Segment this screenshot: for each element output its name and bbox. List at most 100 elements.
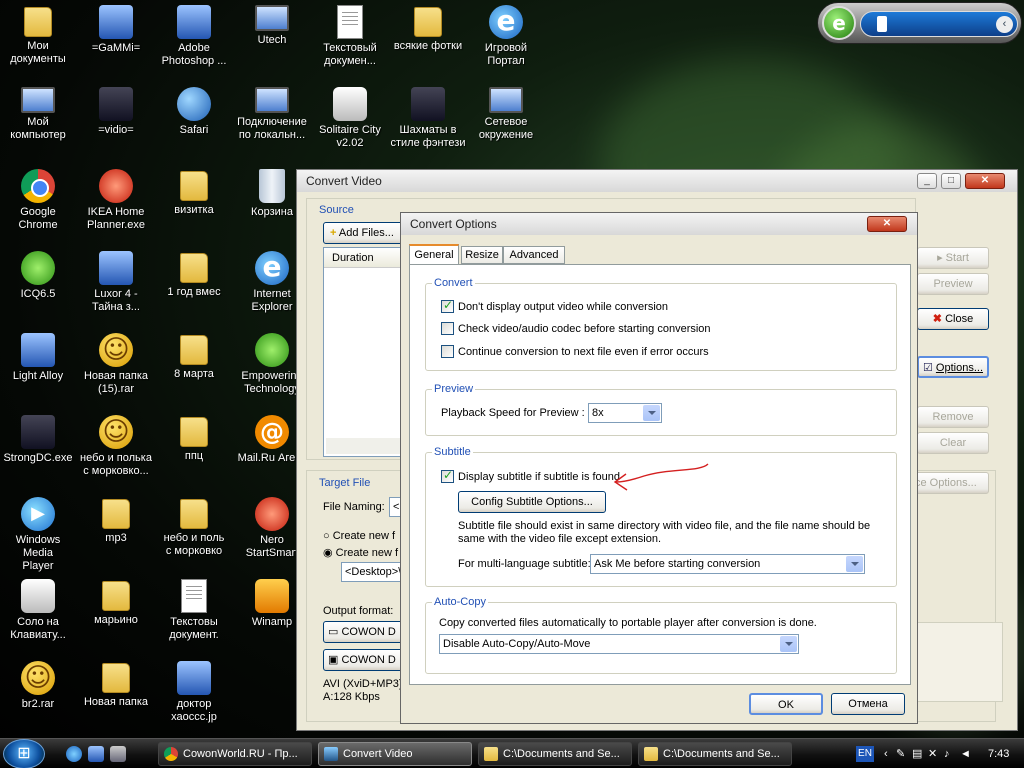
opt1-label: Don't display output video while convers… bbox=[458, 301, 668, 313]
multilang-select[interactable]: Ask Me before starting conversion bbox=[590, 554, 865, 574]
desktop-icon-label: Light Alloy bbox=[12, 370, 64, 382]
language-indicator[interactable]: EN bbox=[856, 746, 874, 762]
back-arrow-icon[interactable]: ‹ bbox=[996, 16, 1013, 33]
folder-input[interactable]: <Desktop>\ bbox=[341, 562, 401, 582]
battery-icon bbox=[877, 16, 887, 32]
output-format-2[interactable]: ▣ COWON D bbox=[323, 649, 403, 671]
taskbar-button-label: Convert Video bbox=[343, 748, 413, 760]
duration-header[interactable]: Duration bbox=[324, 248, 412, 268]
create-new-option-1[interactable]: ○ Create new f bbox=[323, 530, 395, 542]
desktop-icon[interactable]: Новая папка bbox=[78, 659, 154, 739]
convert-video-titlebar[interactable]: Convert Video bbox=[297, 170, 1017, 192]
desktop-icon[interactable]: визитка bbox=[156, 167, 232, 247]
multilang-value: Ask Me before starting conversion bbox=[594, 558, 761, 570]
volume-icon[interactable]: ♪ bbox=[944, 739, 950, 768]
desktop-icon[interactable]: Luxor 4 - Тайна з... bbox=[78, 249, 154, 329]
dialog-close-button[interactable]: ✕ bbox=[867, 216, 907, 232]
desktop-icon[interactable]: доктор хаоссс.jp bbox=[156, 659, 232, 739]
desktop-icon[interactable]: 1 год вмес bbox=[156, 249, 232, 329]
desktop-icon[interactable]: =vidio= bbox=[78, 85, 154, 165]
tab-general[interactable]: General bbox=[409, 244, 459, 265]
desktop-icon[interactable]: IKEA Home Planner.exe bbox=[78, 167, 154, 247]
playback-speed-select[interactable]: 8x bbox=[588, 403, 662, 423]
create-new-option-2[interactable]: ◉ Create new f bbox=[323, 546, 398, 559]
cancel-button[interactable]: Отмена bbox=[831, 693, 905, 715]
continue-on-error-checkbox[interactable]: Continue conversion to next file even if… bbox=[441, 345, 709, 359]
desktop-icon-label: Solitaire City v2.02 bbox=[319, 124, 381, 149]
tray-tool-icon[interactable]: ✎ bbox=[896, 739, 905, 768]
desktop-icon[interactable]: Текстовы документ. bbox=[156, 577, 232, 657]
desktop-icon-label: Luxor 4 - Тайна з... bbox=[92, 288, 140, 313]
desktop-icon[interactable]: ICQ6.5 bbox=[0, 249, 76, 329]
maximize-button[interactable]: □ bbox=[941, 173, 961, 189]
sound-icon[interactable]: ◄ bbox=[960, 739, 971, 768]
check-codec-checkbox[interactable]: Check video/audio codec before starting … bbox=[441, 322, 711, 336]
desktop-icon[interactable]: Мой компьютер bbox=[0, 85, 76, 165]
desktop-icon[interactable]: Safari bbox=[156, 85, 232, 165]
desktop-icon[interactable]: Light Alloy bbox=[0, 331, 76, 411]
desktop-icon[interactable]: Мои документы bbox=[0, 3, 76, 83]
network-icon[interactable]: ▤ bbox=[912, 739, 922, 768]
sidebar-gadget[interactable]: e ‹ bbox=[817, 2, 1022, 44]
desktop-icon[interactable]: Google Chrome bbox=[0, 167, 76, 247]
switch-windows-icon[interactable] bbox=[110, 746, 126, 762]
desktop-icon[interactable]: br2.rar bbox=[0, 659, 76, 739]
tab-resize[interactable]: Resize bbox=[461, 246, 503, 264]
desktop-icon[interactable]: mp3 bbox=[78, 495, 154, 575]
ie-quicklaunch-icon[interactable] bbox=[66, 746, 82, 762]
options-button[interactable]: ☑ Options... bbox=[917, 356, 989, 378]
close-button[interactable]: ✖ Close bbox=[917, 308, 989, 330]
ok-button[interactable]: OK bbox=[749, 693, 823, 715]
desktop-icon[interactable]: =GaMMi= bbox=[78, 3, 154, 83]
desktop-icon[interactable]: Текстовый докумен... bbox=[312, 3, 388, 83]
clock[interactable]: 7:43 bbox=[988, 739, 1009, 768]
desktop-icon[interactable]: Соло на Клавиату... bbox=[0, 577, 76, 657]
desktop-icon[interactable]: Adobe Photoshop ... bbox=[156, 3, 232, 83]
radio-on-icon: ◉ bbox=[323, 547, 333, 559]
minimize-button[interactable]: _ bbox=[917, 173, 937, 189]
remove-button[interactable]: Remove bbox=[917, 406, 989, 428]
start-button[interactable] bbox=[3, 739, 45, 768]
taskbar-button[interactable]: CowonWorld.RU - Пр... bbox=[158, 742, 312, 766]
taskbar-button-label: C:\Documents and Se... bbox=[663, 748, 780, 760]
checkbox-checked-icon bbox=[441, 468, 454, 483]
desktop-icon-label: Google Chrome bbox=[18, 206, 58, 231]
antivirus-icon[interactable]: ✕ bbox=[928, 739, 937, 768]
desktop-icon[interactable]: Windows Media Player bbox=[0, 495, 76, 575]
display-subtitle-checkbox[interactable]: Display subtitle if subtitle is found bbox=[441, 468, 620, 484]
desktop-icon-label: ICQ6.5 bbox=[20, 288, 56, 300]
taskbar-button[interactable]: Convert Video bbox=[318, 742, 472, 766]
desktop-icon[interactable]: небо и полька с морковко... bbox=[78, 413, 154, 493]
orb-icon[interactable]: e bbox=[822, 6, 856, 40]
clear-button[interactable]: Clear bbox=[917, 432, 989, 454]
preview-button[interactable]: Preview bbox=[917, 273, 989, 295]
desktop-icon[interactable]: Подключение по локальн... bbox=[234, 85, 310, 165]
desktop-icon[interactable]: Игровой Портал bbox=[468, 3, 544, 83]
desktop-icon[interactable]: StrongDC.exe bbox=[0, 413, 76, 493]
desktop-icon[interactable]: Utech bbox=[234, 3, 310, 83]
desktop-icon[interactable]: небо и поль с морковко bbox=[156, 495, 232, 575]
desktop-icon[interactable]: Шахматы в стиле фэнтези bbox=[390, 85, 466, 165]
start-button[interactable]: ▸ Start bbox=[917, 247, 989, 269]
convert-options-titlebar[interactable]: Convert Options bbox=[401, 213, 917, 235]
no-display-output-checkbox[interactable]: Don't display output video while convers… bbox=[441, 298, 668, 314]
chevron-down-icon bbox=[846, 556, 863, 572]
desktop-icon[interactable]: Solitaire City v2.02 bbox=[312, 85, 388, 165]
device-options-button[interactable]: ce Options... bbox=[911, 472, 989, 494]
ikea-icon bbox=[99, 169, 133, 203]
config-subtitle-button[interactable]: Config Subtitle Options... bbox=[458, 491, 606, 513]
desktop-icon[interactable]: Новая папка (15).rar bbox=[78, 331, 154, 411]
taskbar-button[interactable]: C:\Documents and Se... bbox=[638, 742, 792, 766]
output-format-1[interactable]: ▭ COWON D bbox=[323, 621, 403, 643]
desktop-icon[interactable]: марьино bbox=[78, 577, 154, 657]
close-window-button[interactable]: ✕ bbox=[965, 173, 1005, 189]
desktop-icon[interactable]: ппц bbox=[156, 413, 232, 493]
tray-chevron-icon[interactable]: ‹ bbox=[884, 739, 888, 768]
autocopy-select[interactable]: Disable Auto-Copy/Auto-Move bbox=[439, 634, 799, 654]
taskbar-button[interactable]: C:\Documents and Se... bbox=[478, 742, 632, 766]
desktop-quicklaunch-icon[interactable] bbox=[88, 746, 104, 762]
desktop-icon[interactable]: 8 марта bbox=[156, 331, 232, 411]
tab-advanced[interactable]: Advanced bbox=[503, 246, 565, 264]
desktop-icon[interactable]: Сетевое окружение bbox=[468, 85, 544, 165]
desktop-icon[interactable]: всякие фотки bbox=[390, 3, 466, 83]
